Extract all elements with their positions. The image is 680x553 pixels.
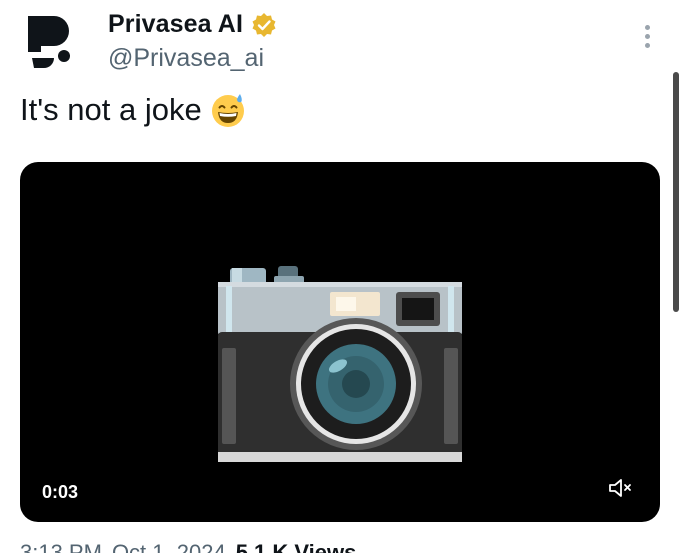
more-dot-icon	[644, 24, 650, 30]
tweet-footer-meta: 3:13 PM Oct 1, 2024 5.1 K Views	[20, 540, 356, 553]
scrollbar[interactable]	[672, 0, 680, 553]
video-time-label: 0:03	[42, 482, 79, 502]
video-player[interactable]: 0:03	[20, 162, 660, 522]
more-dot-icon	[644, 33, 650, 39]
author-handle[interactable]: @Privasea_ai	[108, 44, 264, 73]
tweet-text-content: It's not a joke	[20, 92, 202, 127]
camera-illustration	[218, 266, 462, 462]
speaker-muted-icon[interactable]	[606, 474, 634, 502]
tweet-time: 3:13 PM	[20, 540, 102, 553]
verified-badge-icon	[252, 12, 276, 37]
privasea-logo-avatar[interactable]	[20, 12, 84, 76]
tweet-text: It's not a joke	[20, 92, 246, 128]
tweet-views: 5.1 K Views	[235, 540, 357, 553]
more-dot-icon	[644, 42, 650, 48]
author-name-row[interactable]: Privasea AI	[108, 10, 277, 39]
tweet-view: Privasea AI @Privasea_ai It's not a joke	[0, 0, 680, 553]
tweet-date: Oct 1, 2024	[111, 540, 226, 553]
author-display-name[interactable]: Privasea AI	[108, 10, 243, 39]
grinning-face-with-sweat-emoji	[211, 94, 244, 127]
scrollbar-thumb[interactable]	[673, 72, 679, 312]
more-options-button[interactable]	[636, 22, 658, 50]
